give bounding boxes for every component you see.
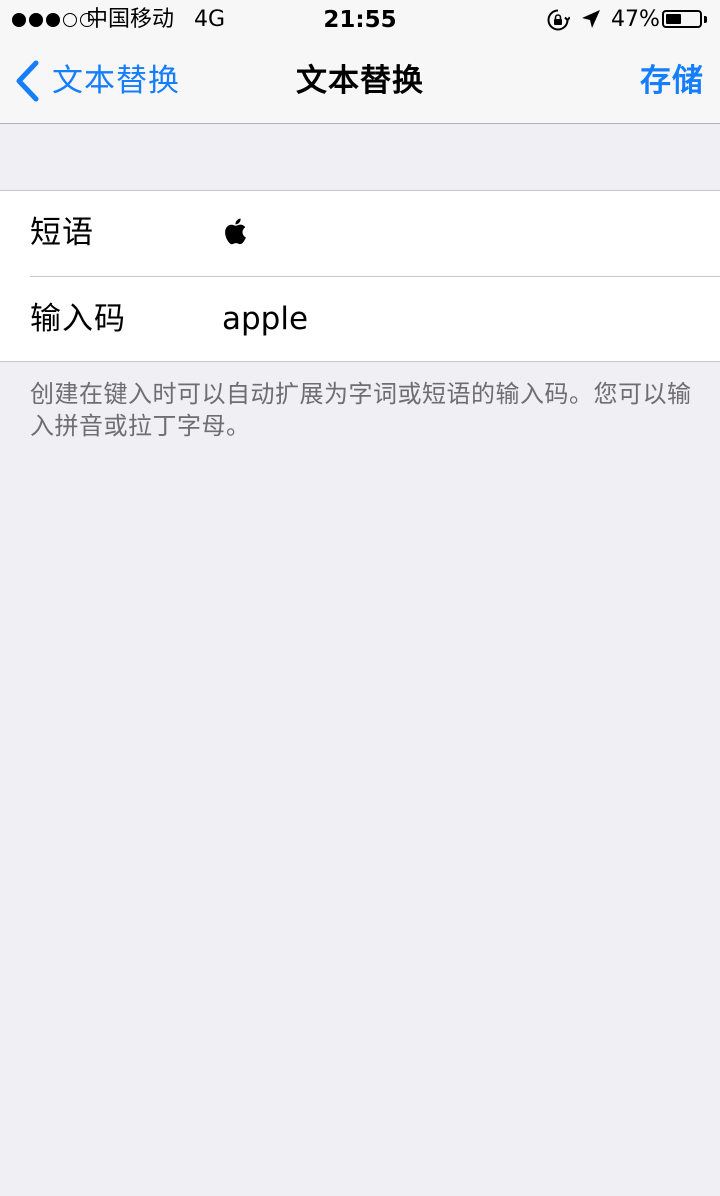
status-bar: 中国移动 4G 21:55 47% [0, 0, 720, 40]
apple-logo-icon[interactable] [222, 215, 250, 247]
shortcut-label: 输入码 [30, 301, 126, 337]
location-arrow-icon [582, 10, 600, 28]
phrase-label: 短语 [30, 215, 94, 251]
phrase-row[interactable]: 短语 [0, 191, 720, 277]
text-replacement-form: 短语 输入码 apple [0, 190, 720, 362]
save-button[interactable]: 存储 [640, 58, 704, 104]
battery-percent: 47% [611, 7, 660, 32]
battery-level [666, 14, 681, 24]
shortcut-row[interactable]: 输入码 apple [0, 277, 720, 362]
rotation-lock-icon [547, 9, 570, 31]
footer-note: 创建在键入时可以自动扩展为字词或短语的输入码。您可以输入拼音或拉丁字母。 [30, 380, 692, 440]
battery-icon [662, 10, 702, 28]
battery-tip [704, 16, 707, 23]
shortcut-input[interactable]: apple [222, 277, 692, 362]
top-bar: 中国移动 4G 21:55 47% 文本替换 文本替换 存储 [0, 0, 720, 124]
page-title: 文本替换 [296, 63, 424, 99]
